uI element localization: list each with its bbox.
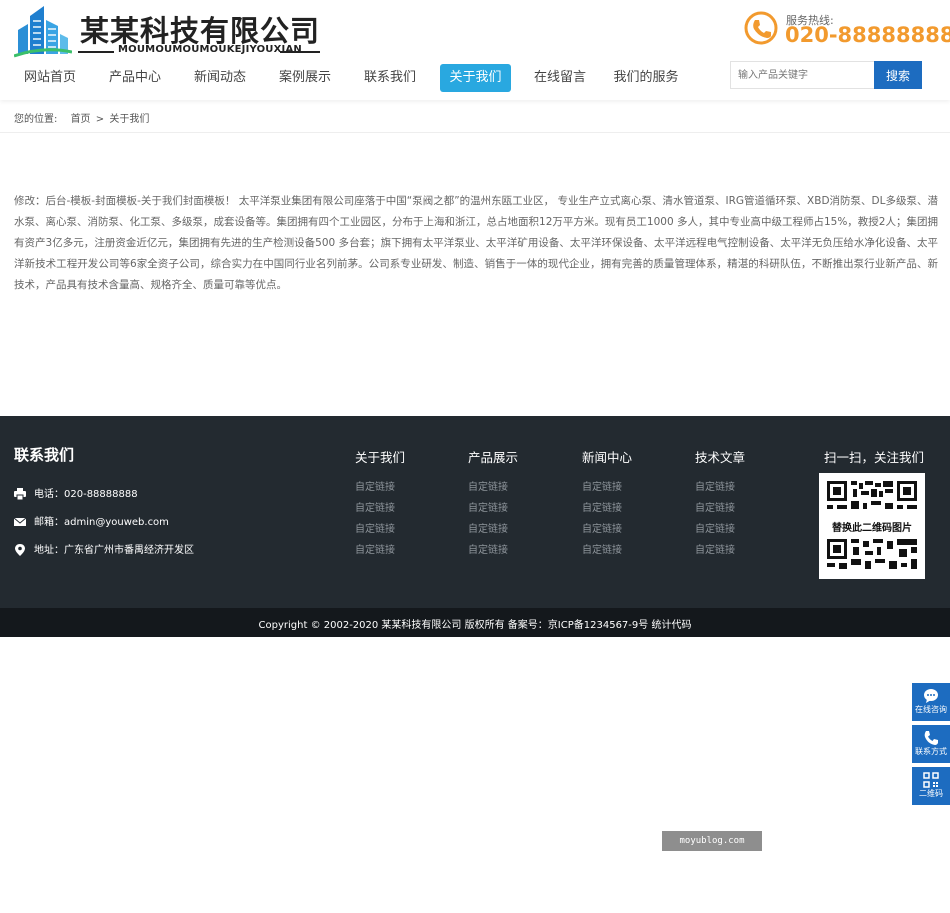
footer-col-articles: 技术文章 自定链接 自定链接 自定链接 自定链接 — [695, 447, 795, 556]
breadcrumb-current: 关于我们 — [109, 114, 150, 125]
footer-contact-title: 联系我们 — [14, 446, 75, 464]
watermark: moyublog.com — [662, 831, 762, 851]
about-content: 修改：后台-模板-封面模板-关于我们封面模板！ 太平洋泵业集团有限公司座落于中国… — [14, 195, 938, 291]
nav-item-home[interactable]: 网站首页 — [14, 64, 86, 92]
logo-english-name-row: MOUMOUMOUMOUKEJIYOUXIAN — [78, 44, 320, 58]
mail-icon — [14, 517, 26, 526]
breadcrumb-home[interactable]: 首页 — [71, 114, 91, 125]
footer-link[interactable]: 自定链接 — [468, 545, 568, 556]
footer-col-title: 技术文章 — [695, 450, 746, 465]
breadcrumb: 您的位置: 首页 > 关于我们 — [0, 100, 950, 133]
nav-item-news[interactable]: 新闻动态 — [184, 64, 256, 92]
search-button[interactable]: 搜索 — [874, 61, 922, 89]
site-header: 某某科技有限公司 MOUMOUMOUMOUKEJIYOUXIAN 服务热线: 0… — [0, 0, 950, 100]
float-label: 二维码 — [919, 789, 943, 798]
qrcode-caption: 替换此二维码图片 — [832, 523, 912, 534]
nav-item-cases[interactable]: 案例展示 — [269, 64, 341, 92]
float-label: 在线咨询 — [915, 705, 947, 714]
printer-icon — [14, 488, 26, 500]
footer-col-products: 产品展示 自定链接 自定链接 自定链接 自定链接 — [468, 447, 568, 556]
footer-link[interactable]: 自定链接 — [355, 482, 455, 493]
footer-phone-text: 电话：020-88888888 — [34, 489, 138, 500]
footer-link[interactable]: 自定链接 — [355, 503, 455, 514]
footer-qr-title: 扫一扫，关注我们 — [824, 450, 925, 465]
logo-english-name: MOUMOUMOUMOUKEJIYOUXIAN — [118, 44, 302, 55]
footer-col-news: 新闻中心 自定链接 自定链接 自定链接 自定链接 — [582, 447, 682, 556]
footer-link[interactable]: 自定链接 — [582, 503, 682, 514]
copyright-bar: Copyright © 2002-2020 某某科技有限公司 版权所有 备案号：… — [0, 608, 950, 637]
copyright-text: Copyright © 2002-2020 某某科技有限公司 版权所有 备案号：… — [258, 620, 692, 631]
building-logo-icon — [14, 6, 72, 58]
footer-link[interactable]: 自定链接 — [695, 524, 795, 535]
nav-item-contact[interactable]: 联系我们 — [354, 64, 426, 92]
breadcrumb-separator: > — [95, 114, 105, 125]
site-footer: 联系我们 电话：020-88888888 邮箱：admin@youweb.com… — [0, 416, 950, 608]
qrcode-image: 替换此二维码图片 — [819, 473, 925, 579]
footer-link[interactable]: 自定链接 — [695, 482, 795, 493]
service-hotline: 服务热线: 020-88888888 — [744, 10, 950, 50]
site-logo[interactable]: 某某科技有限公司 MOUMOUMOUMOUKEJIYOUXIAN — [14, 4, 324, 59]
footer-email-text: 邮箱：admin@youweb.com — [34, 517, 169, 528]
footer-col-title: 关于我们 — [355, 450, 406, 465]
footer-col-about: 关于我们 自定链接 自定链接 自定链接 自定链接 — [355, 447, 455, 556]
float-contact[interactable]: 联系方式 — [912, 725, 950, 763]
phone-icon — [924, 731, 938, 745]
footer-col-title: 产品展示 — [468, 450, 519, 465]
logo-divider-right — [280, 51, 320, 53]
breadcrumb-prefix: 您的位置: — [14, 114, 58, 125]
footer-address-text: 地址：广东省广州市番禺经济开发区 — [34, 545, 194, 556]
footer-phone: 电话：020-88888888 — [14, 487, 138, 503]
qrcode-bottom-icon — [827, 539, 917, 569]
logo-divider-left — [78, 51, 114, 53]
qrcode-top-icon — [827, 481, 917, 509]
footer-col-title: 新闻中心 — [582, 450, 633, 465]
search-bar: 搜索 — [730, 61, 922, 89]
float-qrcode[interactable]: 二维码 — [912, 767, 950, 805]
footer-link[interactable]: 自定链接 — [582, 524, 682, 535]
float-online-consult[interactable]: 在线咨询 — [912, 683, 950, 721]
chat-icon — [924, 689, 938, 703]
footer-link[interactable]: 自定链接 — [355, 524, 455, 535]
hotline-number: 020-88888888 — [785, 23, 950, 47]
nav-item-message[interactable]: 在线留言 — [524, 64, 596, 92]
location-pin-icon — [15, 544, 25, 556]
footer-link[interactable]: 自定链接 — [468, 524, 568, 535]
nav-item-about[interactable]: 关于我们 — [440, 64, 511, 92]
nav-item-products[interactable]: 产品中心 — [99, 64, 171, 92]
float-label: 联系方式 — [915, 747, 947, 756]
footer-link[interactable]: 自定链接 — [695, 503, 795, 514]
footer-link[interactable]: 自定链接 — [582, 545, 682, 556]
footer-email: 邮箱：admin@youweb.com — [14, 515, 169, 531]
footer-link[interactable]: 自定链接 — [468, 482, 568, 493]
footer-link[interactable]: 自定链接 — [468, 503, 568, 514]
search-input[interactable] — [730, 61, 875, 89]
nav-item-services[interactable]: 我们的服务 — [610, 64, 682, 92]
phone-ring-icon — [744, 11, 778, 45]
qrcode-icon — [923, 772, 939, 788]
footer-link[interactable]: 自定链接 — [582, 482, 682, 493]
footer-link[interactable]: 自定链接 — [695, 545, 795, 556]
footer-address: 地址：广东省广州市番禺经济开发区 — [14, 543, 194, 559]
footer-link[interactable]: 自定链接 — [355, 545, 455, 556]
